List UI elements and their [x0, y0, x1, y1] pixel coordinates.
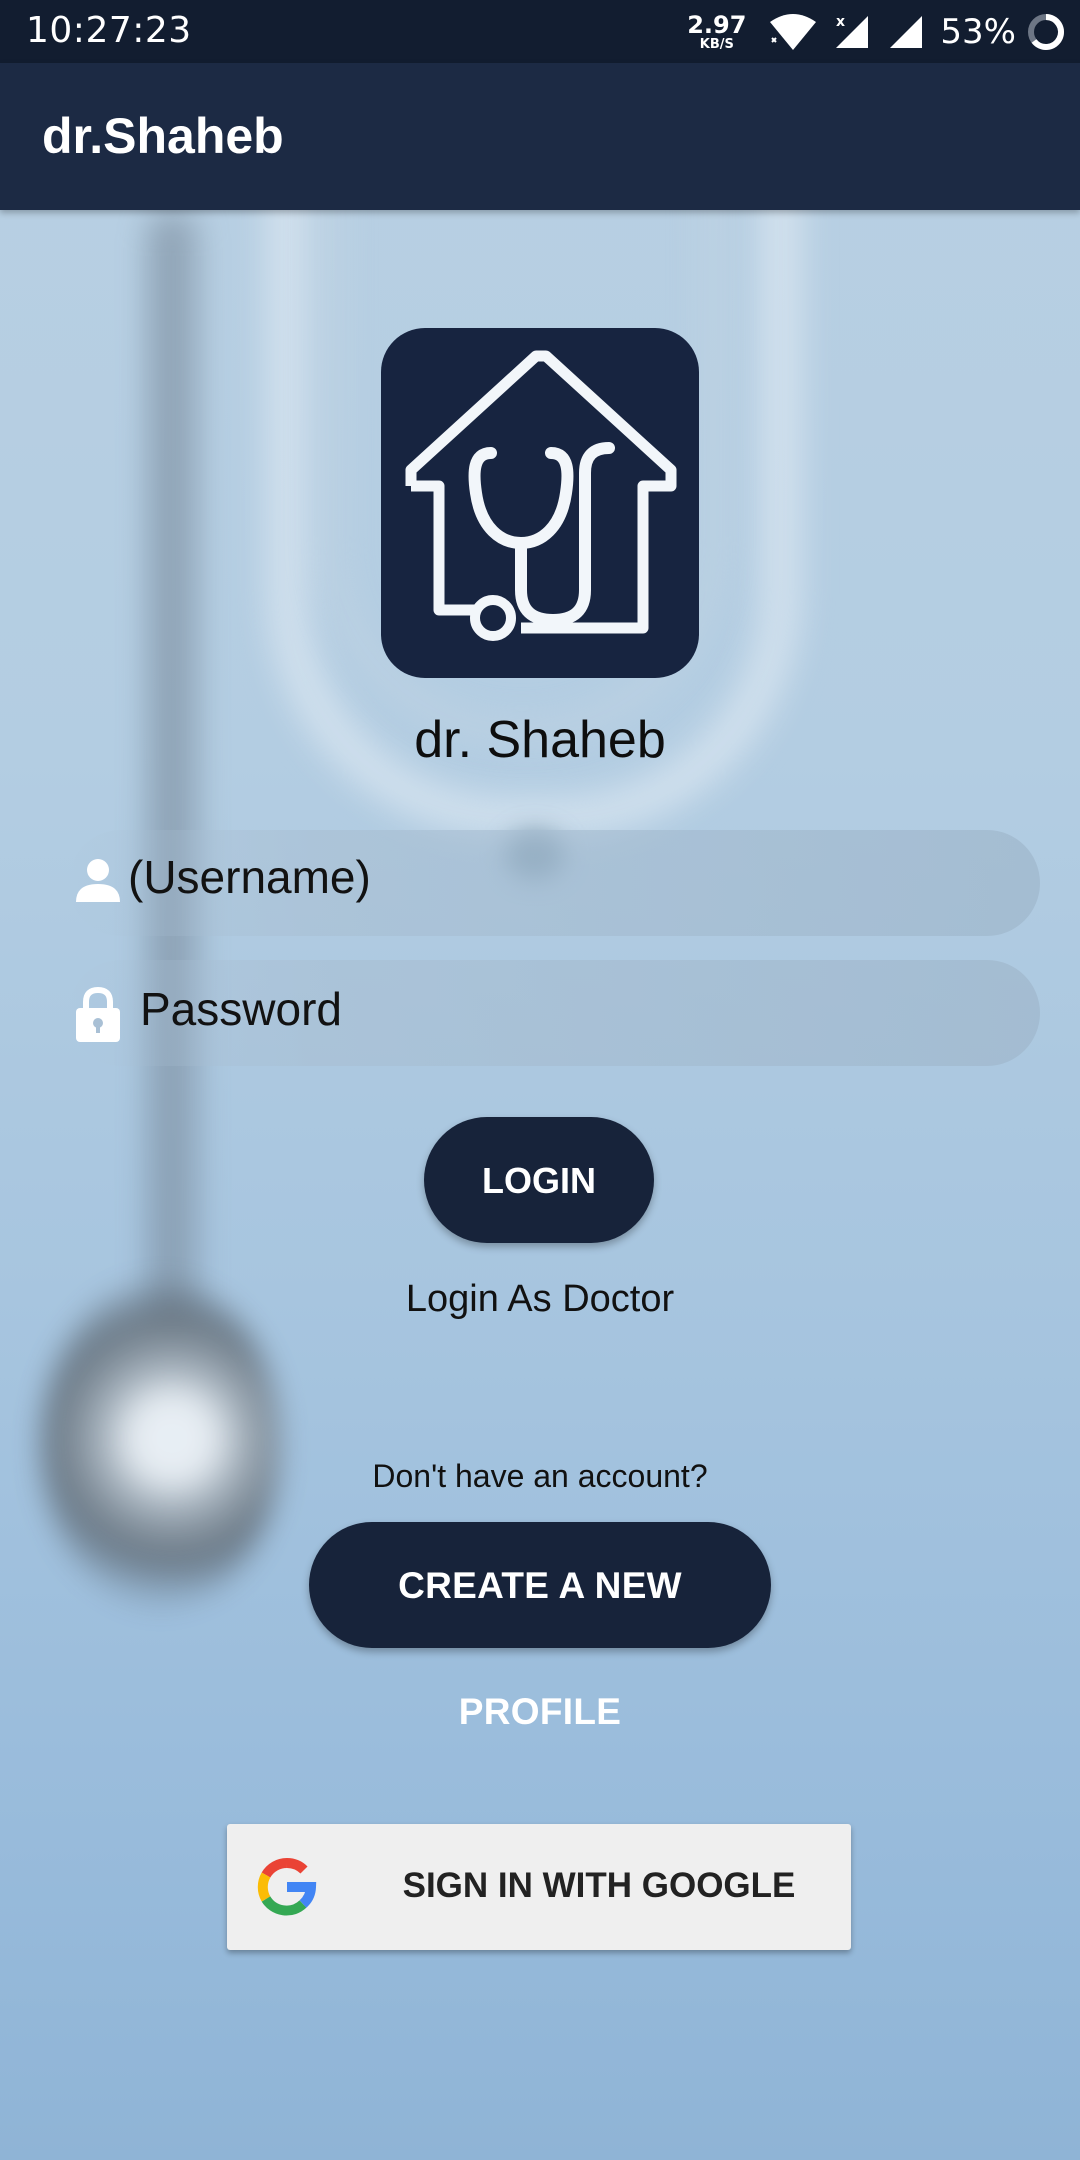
signal-icon: x: [836, 14, 869, 48]
password-input[interactable]: Password: [140, 982, 342, 1036]
lock-icon: [76, 986, 120, 1042]
login-button[interactable]: LOGIN: [424, 1117, 654, 1243]
background-chestpiece: [40, 1280, 280, 1610]
password-field[interactable]: Password: [68, 960, 1040, 1066]
status-time: 10:27:23: [26, 10, 192, 51]
svg-text:x: x: [836, 14, 845, 30]
person-icon: [76, 859, 120, 902]
login-as-doctor-link[interactable]: Login As Doctor: [0, 1278, 1080, 1321]
battery-percent: 53%: [940, 12, 1016, 52]
network-speed: 2.97 KB/S: [687, 13, 746, 51]
username-field[interactable]: (Username): [68, 830, 1040, 936]
google-g-icon: [257, 1857, 317, 1916]
username-input[interactable]: (Username): [128, 850, 371, 904]
signal-icon: [890, 16, 923, 48]
login-screen: 10:27:23 2.97 KB/S x 53% dr.Shaheb dr. S…: [0, 0, 1080, 2160]
app-title: dr.Shaheb: [42, 108, 284, 164]
create-profile-button[interactable]: CREATE A NEW PROFILE: [309, 1522, 771, 1732]
app-bar: dr.Shaheb: [0, 63, 1080, 210]
house-stethoscope-logo-icon: [381, 328, 699, 678]
battery-icon: [1028, 14, 1064, 50]
network-speed-unit: KB/S: [699, 37, 734, 52]
brand-name: dr. Shaheb: [414, 711, 666, 769]
no-account-prompt: Don't have an account?: [372, 1458, 708, 1494]
google-sign-in-button[interactable]: SIGN IN WITH GOOGLE: [227, 1824, 851, 1950]
google-sign-in-label: SIGN IN WITH GOOGLE: [402, 1866, 796, 1905]
status-bar: 10:27:23 2.97 KB/S x 53%: [0, 0, 1080, 63]
network-speed-value: 2.97: [687, 11, 747, 39]
background-tube: [150, 210, 196, 1330]
wifi-icon: [770, 14, 817, 50]
status-icons: 2.97 KB/S x 53%: [687, 8, 1066, 56]
